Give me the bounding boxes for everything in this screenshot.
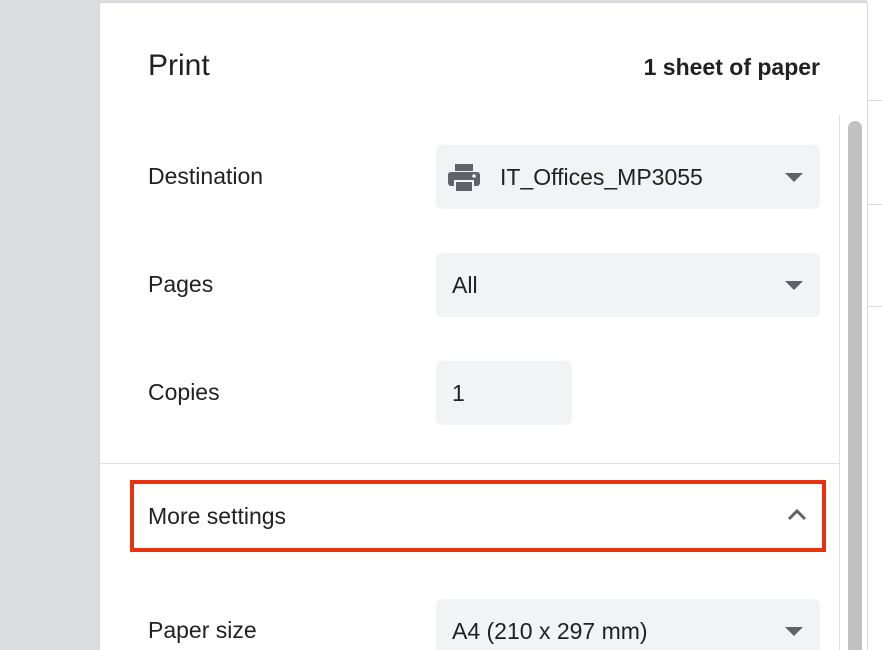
printer-icon [448, 164, 480, 193]
paper-size-select[interactable]: A4 (210 x 297 mm) [436, 599, 820, 650]
pages-label: Pages [148, 271, 214, 297]
scrollbar-thumb[interactable] [848, 121, 862, 650]
destination-value: IT_Offices_MP3055 [500, 164, 703, 190]
pages-value: All [452, 272, 478, 298]
preview-area [0, 0, 100, 650]
copies-input[interactable]: 1 [436, 361, 572, 425]
chevron-up-icon [787, 508, 807, 521]
scrollbar[interactable] [839, 115, 867, 650]
print-dialog: Print 1 sheet of paper Destination IT_Of… [99, 2, 868, 650]
copies-label: Copies [148, 379, 220, 405]
destination-label: Destination [148, 163, 264, 189]
chevron-down-icon [785, 173, 803, 182]
section-divider [100, 463, 840, 464]
chevron-down-icon [785, 627, 803, 636]
chevron-down-icon [785, 281, 803, 290]
paper-size-value: A4 (210 x 297 mm) [452, 618, 648, 644]
paper-size-label: Paper size [148, 617, 257, 643]
more-settings-toggle[interactable]: More settings [130, 480, 826, 552]
destination-select[interactable]: IT_Offices_MP3055 [436, 145, 820, 209]
more-settings-label: More settings [148, 503, 287, 529]
dialog-title: Print [148, 49, 210, 82]
sheet-count: 1 sheet of paper [643, 54, 820, 80]
pages-select[interactable]: All [436, 253, 820, 317]
copies-value: 1 [452, 380, 465, 406]
page-background [867, 0, 882, 650]
print-preview-screen: Print 1 sheet of paper Destination IT_Of… [0, 0, 882, 650]
